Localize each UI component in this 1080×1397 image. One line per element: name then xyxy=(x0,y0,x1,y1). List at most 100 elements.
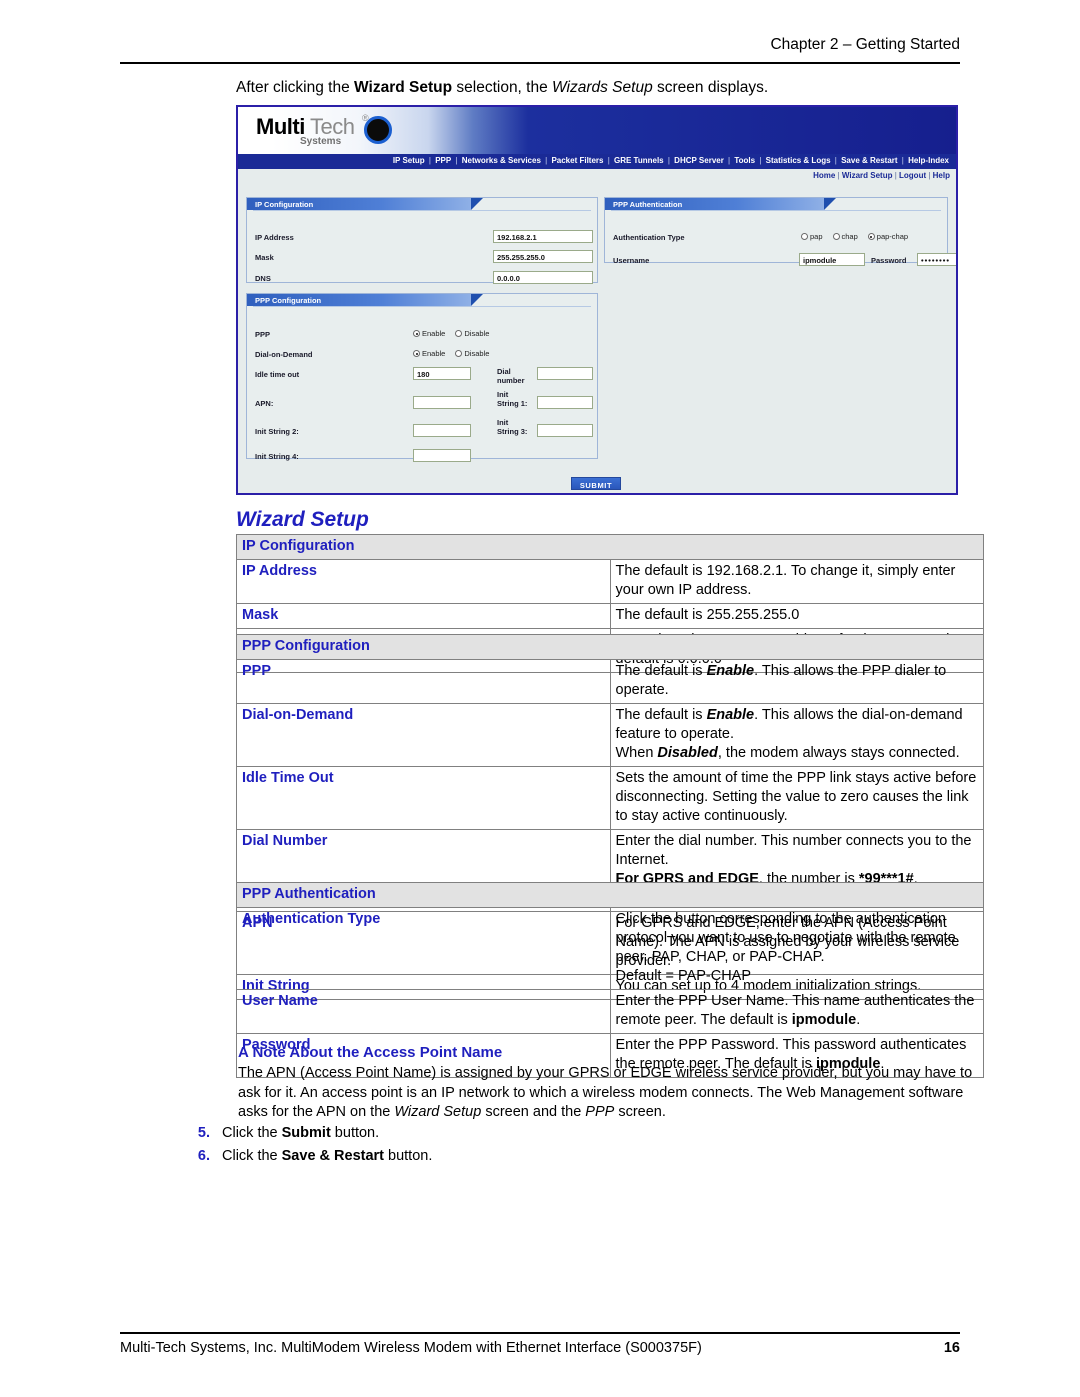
ppp-authentication-panel: PPP Authentication Authentication Type p… xyxy=(604,197,956,266)
mask-input[interactable]: 255.255.255.0 xyxy=(493,250,593,263)
table-row: User Name Enter the PPP User Name. This … xyxy=(236,989,984,1034)
table-row: IP Address The default is 192.168.2.1. T… xyxy=(236,559,984,604)
dns-label: DNS xyxy=(255,274,271,283)
radio-dod-enable-label[interactable]: Enable xyxy=(422,349,445,358)
radio-dod-disable-label[interactable]: Disable xyxy=(464,349,489,358)
authentication-type-label: Authentication Type xyxy=(613,233,685,242)
radio-ppp-enable-icon[interactable] xyxy=(413,330,420,337)
nav-item-help-index[interactable]: Help-Index xyxy=(908,156,949,165)
nav-item-statistics-logs[interactable]: Statistics & Logs xyxy=(766,156,831,165)
page-number: 16 xyxy=(943,1340,960,1356)
apn-label: APN: xyxy=(255,399,274,408)
nav-item-packet-filters[interactable]: Packet Filters xyxy=(551,156,603,165)
ppp-configuration-panel: PPP Configuration PPP Enable Disable Dial… xyxy=(246,293,598,462)
note-italic-wizard-setup: Wizard Setup xyxy=(394,1104,482,1120)
nav-item-networks-services[interactable]: Networks & Services xyxy=(462,156,541,165)
dns-input[interactable]: 0.0.0.0 xyxy=(493,271,593,284)
header-divider xyxy=(120,62,960,64)
nav-item-dhcp-server[interactable]: DHCP Server xyxy=(674,156,724,165)
radio-ppp-enable-label[interactable]: Enable xyxy=(422,329,445,338)
auth-type-radio-group[interactable]: pap chap pap-chap xyxy=(801,232,908,241)
embedded-screenshot: Multi Tech ® Systems IP Setup | PPP | Ne… xyxy=(236,105,958,495)
idle-time-out-input[interactable]: 180 xyxy=(413,367,471,380)
logo-text-systems: Systems xyxy=(300,136,342,147)
row-desc-authentication-type: Click the button corresponding to the au… xyxy=(609,907,984,990)
ip-address-input[interactable]: 192.168.2.1 xyxy=(493,230,593,243)
secondary-navigation-bar[interactable]: Home | Wizard Setup | Logout | Help xyxy=(238,169,956,184)
nav-item-gre-tunnels[interactable]: GRE Tunnels xyxy=(614,156,664,165)
radio-dod-enable-icon[interactable] xyxy=(413,350,420,357)
subnav-item-help[interactable]: Help xyxy=(933,171,950,180)
subnav-item-home[interactable]: Home xyxy=(813,171,835,180)
step-text: Click the Save & Restart button. xyxy=(222,1145,432,1168)
note-body: The APN (Access Point Name) is assigned … xyxy=(238,1064,986,1123)
init-string-3-input[interactable] xyxy=(537,424,593,437)
ip-configuration-panel-title: IP Configuration xyxy=(247,198,483,210)
dod-desc-enable: Enable xyxy=(706,707,755,723)
ppp-radio-group[interactable]: Enable Disable xyxy=(413,329,489,338)
step5-before: Click the xyxy=(222,1125,282,1141)
logo-circle-icon xyxy=(364,116,392,144)
init-string-1-input[interactable] xyxy=(537,396,593,409)
panel-divider xyxy=(253,306,591,307)
page-footer: Multi-Tech Systems, Inc. MultiModem Wire… xyxy=(120,1340,960,1356)
footer-divider xyxy=(120,1332,960,1334)
subnav-item-logout[interactable]: Logout xyxy=(899,171,926,180)
subnav-item-wizard-setup[interactable]: Wizard Setup xyxy=(842,171,893,180)
dial-number-input[interactable] xyxy=(537,367,593,380)
apn-input[interactable] xyxy=(413,396,471,409)
table-row: PPP The default is Enable. This allows t… xyxy=(236,659,984,704)
radio-pap-chap-icon[interactable] xyxy=(867,233,875,240)
note-italic-ppp: PPP xyxy=(585,1104,615,1120)
radio-chap-label[interactable]: chap xyxy=(842,232,858,241)
wizard-setup-heading: Wizard Setup xyxy=(236,508,369,531)
radio-ppp-disable-label[interactable]: Disable xyxy=(464,329,489,338)
radio-chap-icon[interactable] xyxy=(832,233,840,240)
step-number: 6. xyxy=(197,1148,210,1164)
dod-desc-part3: When xyxy=(615,745,658,761)
intro-italic-wizards-setup: Wizards Setup xyxy=(552,79,653,96)
row-desc-ppp: The default is Enable. This allows the P… xyxy=(609,659,984,704)
init-string-4-label: Init String 4: xyxy=(255,452,299,461)
radio-ppp-disable-icon[interactable] xyxy=(455,330,463,337)
init-string-2-input[interactable] xyxy=(413,424,471,437)
nav-item-save-restart[interactable]: Save & Restart xyxy=(841,156,897,165)
logo-text-multi: Multi xyxy=(256,114,305,139)
main-navigation-bar[interactable]: IP Setup | PPP | Networks & Services | P… xyxy=(238,154,956,169)
radio-pap-icon[interactable] xyxy=(801,233,808,240)
intro-text-middle: selection, the xyxy=(452,79,553,96)
radio-dod-disable-icon[interactable] xyxy=(455,350,463,357)
password-input[interactable]: •••••••• xyxy=(917,253,956,266)
list-item: 6. Click the Save & Restart button. xyxy=(182,1145,782,1168)
nav-separator: | xyxy=(757,156,764,165)
radio-pap-chap-label[interactable]: pap-chap xyxy=(877,232,908,241)
nav-separator: | xyxy=(899,156,907,165)
table-section-header-row: IP Configuration xyxy=(236,534,984,560)
nav-item-ip-setup[interactable]: IP Setup xyxy=(393,156,425,165)
init-string-2-label: Init String 2: xyxy=(255,427,299,436)
intro-bold-wizard-setup: Wizard Setup xyxy=(354,79,453,96)
step-text: Click the Submit button. xyxy=(222,1122,379,1145)
ppp-configuration-panel-title: PPP Configuration xyxy=(247,294,483,306)
ip-address-label: IP Address xyxy=(255,233,294,242)
dod-desc-disabled: Disabled xyxy=(657,745,718,761)
nav-item-ppp[interactable]: PPP xyxy=(435,156,451,165)
row-key-idle-time-out: Idle Time Out xyxy=(236,766,611,830)
ppp-authentication-panel-title: PPP Authentication xyxy=(605,198,836,210)
nav-separator: | xyxy=(542,156,550,165)
document-page: Chapter 2 – Getting Started After clicki… xyxy=(0,0,1080,1397)
submit-button[interactable]: SUBMIT xyxy=(571,477,621,490)
username-input[interactable]: ipmodule xyxy=(799,253,865,266)
nav-separator: | xyxy=(665,156,673,165)
radio-pap-label[interactable]: pap xyxy=(810,232,823,241)
dial-on-demand-radio-group[interactable]: Enable Disable xyxy=(413,349,489,358)
row-key-mask: Mask xyxy=(236,603,611,629)
username-label: Username xyxy=(613,256,650,265)
nav-item-tools[interactable]: Tools xyxy=(734,156,755,165)
step5-after: button. xyxy=(330,1125,380,1141)
init-string-4-input[interactable] xyxy=(413,449,471,462)
intro-paragraph: After clicking the Wizard Setup selectio… xyxy=(236,78,976,98)
auth-type-desc-line2: Default = PAP-CHAP xyxy=(615,968,752,984)
table-row: Mask The default is 255.255.255.0 xyxy=(236,603,984,629)
row-key-dial-on-demand: Dial-on-Demand xyxy=(236,703,611,767)
